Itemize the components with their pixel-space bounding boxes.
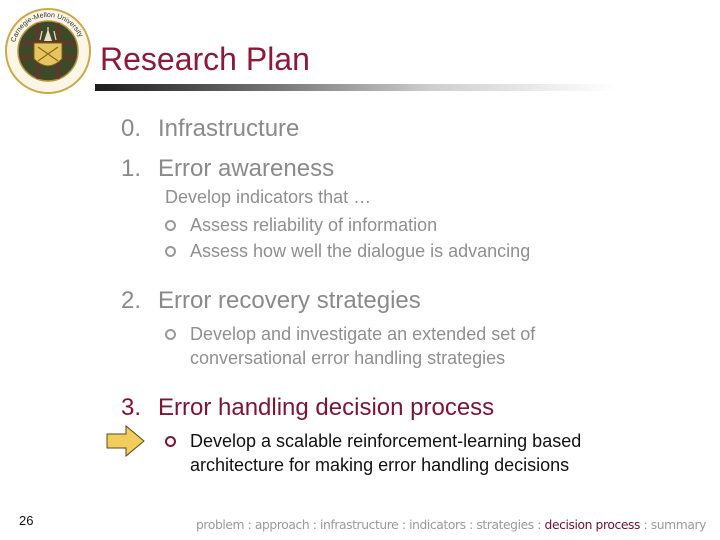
item-label: Error recovery strategies [158, 287, 421, 314]
item-number: 1. [121, 155, 142, 182]
university-seal-logo: Carnegie-Mellon University [5, 8, 91, 94]
plan-item-error-recovery: 2. Error recovery strategies [121, 287, 421, 315]
sub-bullet: Develop and investigate an extended set … [165, 322, 535, 370]
sub-bullet: Assess how well the dialogue is advancin… [165, 239, 530, 263]
breadcrumb-current: decision process [544, 518, 641, 532]
breadcrumb-after: : summary [640, 518, 707, 532]
section-breadcrumb: problem : approach : infrastructure : in… [196, 518, 706, 532]
item-number: 2. [121, 287, 142, 314]
slide-page-number: 26 [19, 513, 34, 528]
error-awareness-intro: Develop indicators that … [165, 187, 372, 207]
bullet-circle-icon [165, 246, 176, 257]
slide-title: Research Plan [100, 41, 310, 77]
bullet-circle-icon [165, 220, 176, 231]
plan-item-decision-process: 3. Error handling decision process [121, 394, 494, 422]
item-label: Infrastructure [158, 115, 300, 142]
breadcrumb-before: problem : approach : infrastructure : in… [196, 518, 545, 532]
item-number: 3. [121, 394, 142, 421]
current-item-arrow-icon [106, 425, 145, 457]
title-underline-bar [95, 84, 615, 91]
plan-item-error-awareness: 1. Error awareness [121, 155, 334, 183]
bullet-circle-icon [165, 329, 176, 340]
item-label: Error awareness [158, 155, 335, 182]
item-label: Error handling decision process [158, 394, 495, 421]
plan-item-infrastructure: 0. Infrastructure [121, 115, 299, 143]
bullet-circle-icon [165, 436, 176, 447]
sub-bullet: Develop a scalable reinforcement-learnin… [165, 429, 581, 477]
sub-bullet: Assess reliability of information [165, 213, 437, 237]
item-number: 0. [121, 115, 142, 142]
